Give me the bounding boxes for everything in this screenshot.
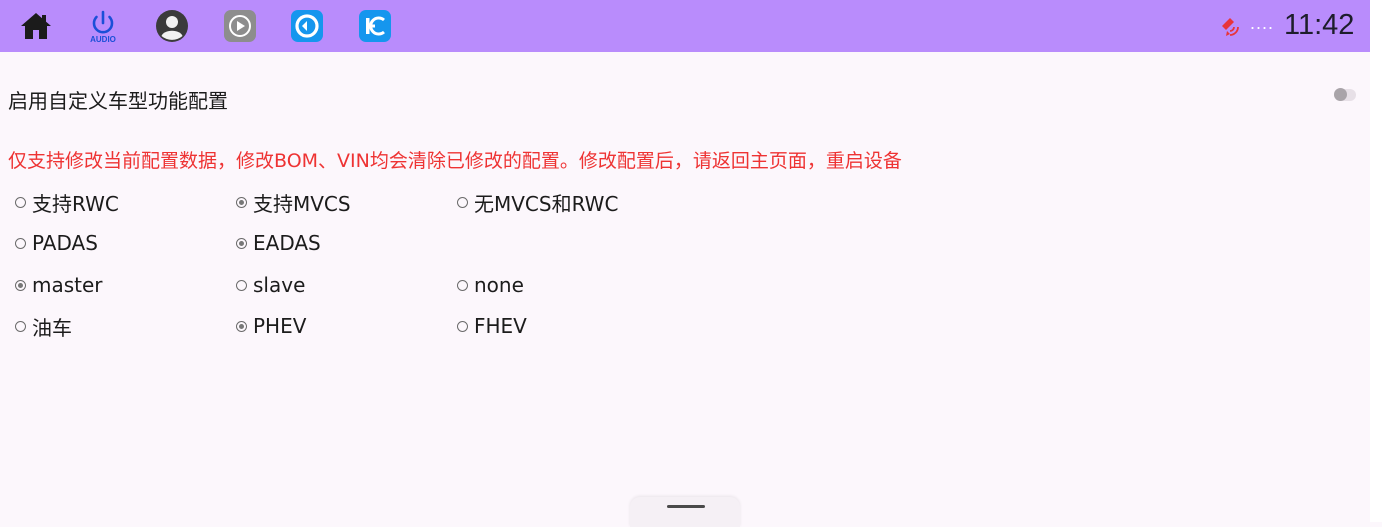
- home-icon[interactable]: [19, 9, 53, 43]
- clock: 11:42: [1284, 9, 1355, 41]
- radio-unchecked-icon: [15, 237, 26, 249]
- media-play-icon[interactable]: [223, 9, 257, 43]
- radio-unchecked-icon: [15, 320, 26, 332]
- radio-unchecked-icon: [457, 196, 468, 208]
- radio-unchecked-icon: [15, 196, 26, 208]
- option-support-rwc[interactable]: 支持RWC: [15, 190, 119, 216]
- option-label: 支持RWC: [32, 191, 119, 216]
- radio-unchecked-icon: [457, 279, 468, 291]
- option-label: PADAS: [32, 231, 98, 255]
- option-gas-car[interactable]: 油车: [15, 314, 72, 340]
- option-eadas[interactable]: EADAS: [236, 231, 321, 255]
- option-label: EADAS: [253, 231, 321, 255]
- option-master[interactable]: master: [15, 273, 103, 297]
- warning-text: 仅支持修改当前配置数据，修改BOM、VIN均会清除已修改的配置。修改配置后，请返…: [8, 150, 902, 172]
- option-label: PHEV: [253, 314, 307, 338]
- right-edge: [1370, 0, 1382, 522]
- user-avatar-icon[interactable]: [155, 9, 189, 43]
- option-padas[interactable]: PADAS: [15, 231, 98, 255]
- option-label: 支持MVCS: [253, 191, 351, 216]
- signal-dots: ....: [1250, 13, 1275, 33]
- radio-checked-icon: [236, 196, 247, 208]
- audio-power-icon[interactable]: AUDIO: [86, 9, 120, 44]
- hc-app-icon[interactable]: [358, 9, 392, 43]
- option-fhev[interactable]: FHEV: [457, 314, 527, 338]
- option-slave[interactable]: slave: [236, 273, 305, 297]
- option-label: FHEV: [474, 314, 527, 338]
- enable-custom-config-label: 启用自定义车型功能配置: [8, 89, 228, 113]
- audio-label: AUDIO: [90, 35, 116, 43]
- option-none[interactable]: none: [457, 273, 524, 297]
- option-support-mvcs[interactable]: 支持MVCS: [236, 190, 351, 216]
- option-label: 油车: [32, 315, 72, 340]
- enable-custom-config-toggle[interactable]: [1334, 88, 1356, 101]
- status-bar: AUDIO .... 11:42: [0, 0, 1370, 52]
- option-no-mvcs-rwc[interactable]: 无MVCS和RWC: [457, 190, 619, 216]
- radio-checked-icon: [15, 279, 26, 291]
- option-label: 无MVCS和RWC: [474, 191, 619, 216]
- handle-bar: [667, 505, 705, 508]
- option-label: none: [474, 273, 524, 297]
- settings-panel: 启用自定义车型功能配置 仅支持修改当前配置数据，修改BOM、VIN均会清除已修改…: [0, 52, 1370, 527]
- toggle-knob: [1334, 88, 1347, 101]
- option-label: slave: [253, 273, 306, 297]
- cycle-app-icon[interactable]: [290, 9, 324, 43]
- radio-checked-icon: [236, 320, 247, 332]
- option-phev[interactable]: PHEV: [236, 314, 306, 338]
- radio-unchecked-icon: [236, 279, 247, 291]
- radio-checked-icon: [236, 237, 247, 249]
- option-label: master: [32, 273, 103, 297]
- signal-warning-icon: [1218, 14, 1242, 38]
- radio-unchecked-icon: [457, 320, 468, 332]
- bottom-drawer-handle[interactable]: [630, 497, 740, 527]
